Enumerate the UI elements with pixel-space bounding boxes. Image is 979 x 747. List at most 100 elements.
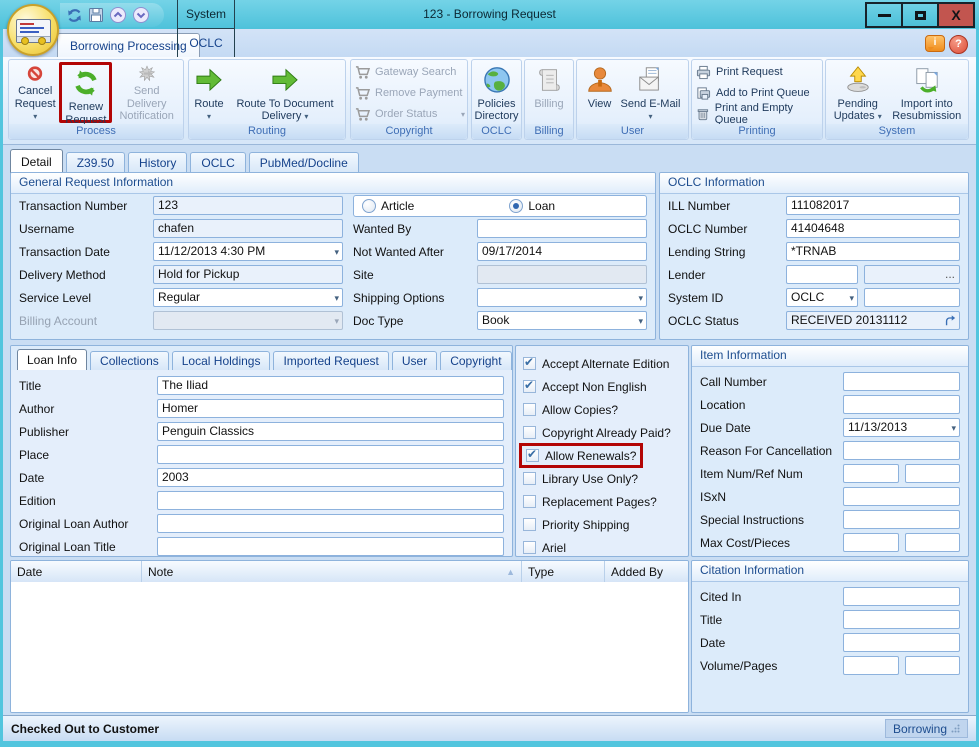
special-instructions-field[interactable] xyxy=(843,510,960,529)
oclc-number-field[interactable]: 41404648 xyxy=(786,219,960,238)
date-field[interactable]: 2003 xyxy=(157,468,504,487)
cancel-request-button[interactable]: Cancel Request ▾ xyxy=(11,62,59,123)
gateway-search-button[interactable]: Gateway Search xyxy=(355,63,465,81)
tab-pubmed-docline[interactable]: PubMed/Docline xyxy=(249,152,359,173)
import-into-resubmission-button[interactable]: Import into Resubmission xyxy=(887,62,966,123)
send-delivery-notification-button[interactable]: Send Delivery Notification xyxy=(112,62,181,123)
username-field[interactable]: chafen xyxy=(153,219,343,238)
renew-request-button[interactable]: Renew Request xyxy=(62,65,109,126)
edition-field[interactable] xyxy=(157,491,504,510)
transaction-date-field[interactable]: 11/12/2013 4:30 PM xyxy=(153,242,343,261)
tab-oclc[interactable]: OCLC xyxy=(177,29,235,57)
tab-collections[interactable]: Collections xyxy=(90,351,169,370)
site-field[interactable] xyxy=(477,265,647,284)
send-email-button[interactable]: Send E-Mail ▾ xyxy=(618,62,684,123)
article-radio[interactable]: Article xyxy=(362,199,414,213)
lending-string-field[interactable]: *TRNAB xyxy=(786,242,960,261)
call-number-field[interactable] xyxy=(843,372,960,391)
sync-icon[interactable] xyxy=(66,7,83,24)
accept-alternate-edition-checkbox[interactable]: Accept Alternate Edition xyxy=(516,352,688,375)
order-status-button[interactable]: Order Status ▾ xyxy=(355,105,465,123)
publisher-field[interactable]: Penguin Classics xyxy=(157,422,504,441)
title-bar[interactable]: 123 - Borrowing Request System X xyxy=(0,0,979,30)
notes-col-type[interactable]: Type xyxy=(522,561,605,582)
tab-imported-request[interactable]: Imported Request xyxy=(273,351,388,370)
application-menu-button[interactable] xyxy=(7,4,59,56)
notes-col-note[interactable]: Note▲ xyxy=(142,561,522,582)
system-id-combo[interactable]: OCLC xyxy=(786,288,858,307)
ref-num-field[interactable] xyxy=(905,464,960,483)
ariel-checkbox[interactable]: Ariel xyxy=(516,536,688,557)
allow-copies-checkbox[interactable]: Allow Copies? xyxy=(516,398,688,421)
status-refresh-icon[interactable] xyxy=(944,315,956,327)
route-button[interactable]: Route ▾ xyxy=(191,62,227,123)
help-icon[interactable]: ? xyxy=(949,35,968,54)
remove-payment-button[interactable]: Remove Payment xyxy=(355,84,465,102)
notes-grid-body[interactable] xyxy=(11,582,688,712)
priority-shipping-checkbox[interactable]: Priority Shipping xyxy=(516,513,688,536)
citation-title-field[interactable] xyxy=(843,610,960,629)
shipping-options-field[interactable] xyxy=(477,288,647,307)
citation-date-field[interactable] xyxy=(843,633,960,652)
notes-col-added-by[interactable]: Added By xyxy=(605,561,688,582)
replacement-pages-checkbox[interactable]: Replacement Pages? xyxy=(516,490,688,513)
add-to-print-queue-button[interactable]: Add to Print Queue xyxy=(696,84,820,102)
system-id-value-field[interactable] xyxy=(864,288,960,307)
tab-oclc-detail[interactable]: OCLC xyxy=(190,152,245,173)
tab-loan-info[interactable]: Loan Info xyxy=(17,349,87,370)
pending-updates-button[interactable]: Pending Updates ▾ xyxy=(828,62,887,123)
reason-for-cancellation-field[interactable] xyxy=(843,441,960,460)
print-request-button[interactable]: Print Request xyxy=(696,63,820,81)
notes-col-date[interactable]: Date xyxy=(11,561,142,582)
library-use-only-checkbox[interactable]: Library Use Only? xyxy=(516,467,688,490)
author-field[interactable]: Homer xyxy=(157,399,504,418)
original-loan-author-field[interactable] xyxy=(157,514,504,533)
expand-down-icon[interactable] xyxy=(132,6,150,24)
billing-button[interactable]: Billing xyxy=(531,62,567,123)
service-level-field[interactable]: Regular xyxy=(153,288,343,307)
save-icon[interactable] xyxy=(88,7,104,23)
tab-detail[interactable]: Detail xyxy=(10,149,63,173)
lender-field[interactable] xyxy=(786,265,858,284)
view-user-button[interactable]: View xyxy=(582,62,618,123)
transaction-number-field[interactable]: 123 xyxy=(153,196,343,215)
route-to-document-delivery-button[interactable]: Route To Document Delivery ▾ xyxy=(227,62,343,123)
max-cost-field[interactable] xyxy=(843,533,899,552)
tab-copyright[interactable]: Copyright xyxy=(440,351,511,370)
doc-type-field[interactable]: Book xyxy=(477,311,647,330)
oclc-status-field[interactable]: RECEIVED 20131112 xyxy=(786,311,960,330)
place-field[interactable] xyxy=(157,445,504,464)
copyright-already-paid-checkbox[interactable]: Copyright Already Paid? xyxy=(516,421,688,444)
not-wanted-after-field[interactable]: 09/17/2014 xyxy=(477,242,647,261)
loan-radio[interactable]: Loan xyxy=(509,199,555,213)
original-loan-title-field[interactable] xyxy=(157,537,504,556)
tab-z3950[interactable]: Z39.50 xyxy=(66,152,125,173)
delivery-method-field[interactable]: Hold for Pickup xyxy=(153,265,343,284)
location-field[interactable] xyxy=(843,395,960,414)
system-menu[interactable]: System xyxy=(177,0,235,29)
isxn-field[interactable] xyxy=(843,487,960,506)
volume-field[interactable] xyxy=(843,656,899,675)
allow-renewals-highlight[interactable]: Allow Renewals? xyxy=(519,443,643,468)
minimize-button[interactable] xyxy=(865,2,903,28)
title-field[interactable]: The Iliad xyxy=(157,376,504,395)
cited-in-field[interactable] xyxy=(843,587,960,606)
tab-history[interactable]: History xyxy=(128,152,187,173)
pages-field[interactable] xyxy=(905,656,960,675)
print-and-empty-queue-button[interactable]: Print and Empty Queue xyxy=(696,105,820,123)
lender-browse-button[interactable]: ... xyxy=(864,265,960,284)
close-button[interactable]: X xyxy=(937,2,975,28)
resize-grip-icon[interactable] xyxy=(951,724,960,733)
pieces-field[interactable] xyxy=(905,533,960,552)
collapse-up-icon[interactable] xyxy=(109,6,127,24)
maximize-button[interactable] xyxy=(901,2,939,28)
wanted-by-field[interactable] xyxy=(477,219,647,238)
due-date-field[interactable]: 11/13/2013 xyxy=(843,418,960,437)
item-num-field[interactable] xyxy=(843,464,899,483)
tab-user[interactable]: User xyxy=(392,351,437,370)
feedback-bubble-icon[interactable]: i xyxy=(925,35,945,52)
billing-account-field[interactable] xyxy=(153,311,343,330)
ill-number-field[interactable]: 111082017 xyxy=(786,196,960,215)
tab-local-holdings[interactable]: Local Holdings xyxy=(172,351,271,370)
accept-non-english-checkbox[interactable]: Accept Non English xyxy=(516,375,688,398)
